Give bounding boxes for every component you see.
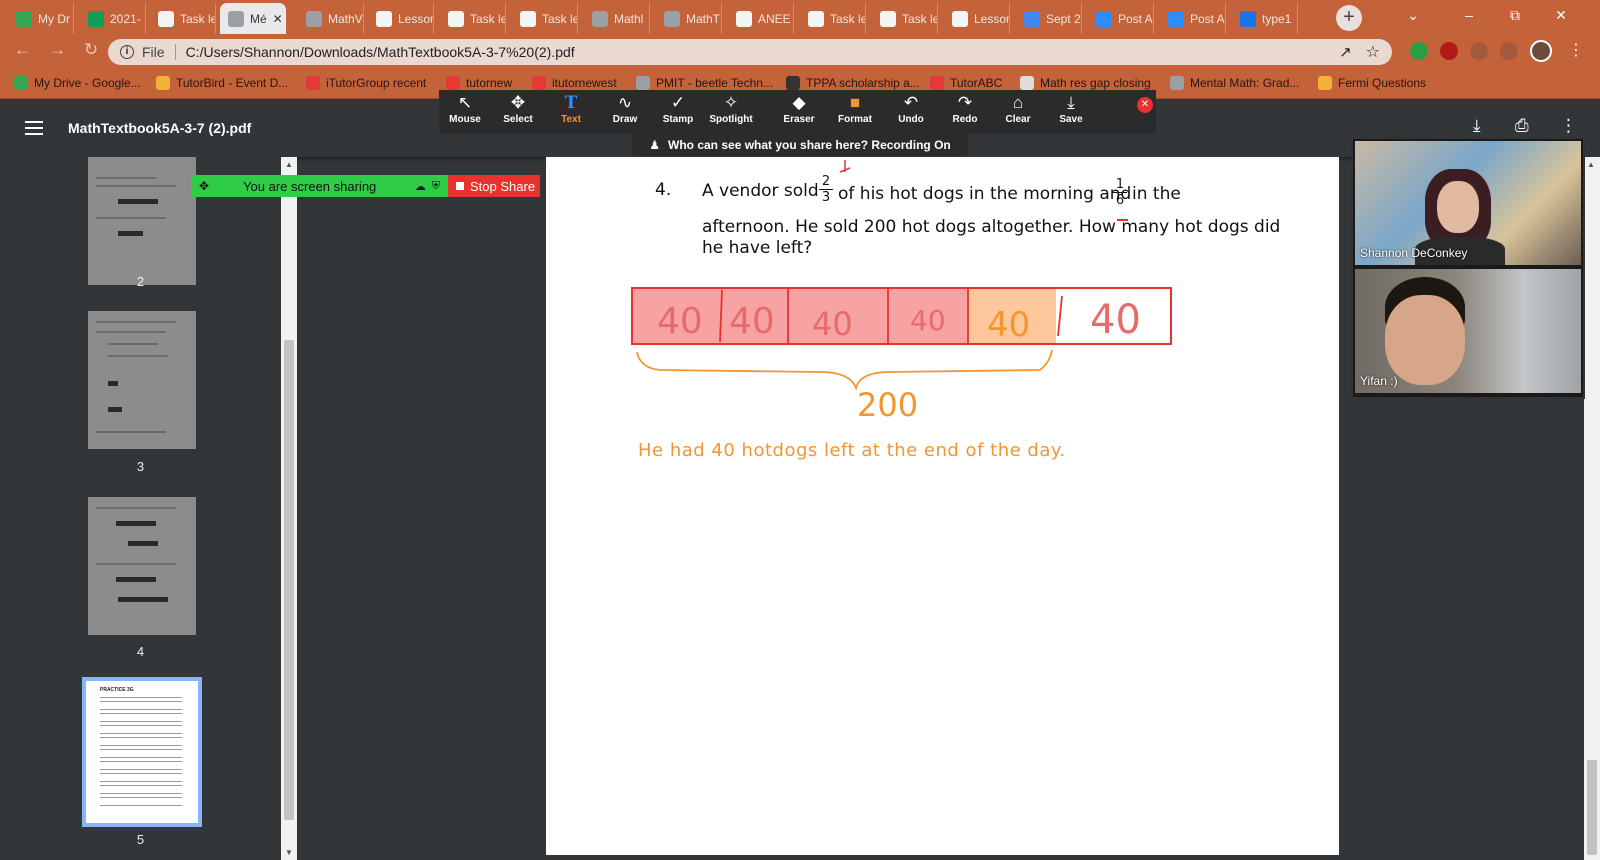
segment-label: 40 (729, 301, 775, 342)
red-pen-mark (839, 160, 851, 173)
brace-annotation (636, 349, 1053, 392)
segment-label: 40 (910, 304, 946, 337)
document-scrollbar-thumb[interactable] (1587, 760, 1597, 855)
segment-label: 40 (812, 305, 853, 343)
participant-face (1385, 295, 1465, 385)
annotation-layer: 40 40 40 40 40 40 200 (631, 160, 1172, 424)
segment-label: 40 (987, 305, 1030, 345)
participant-name: Shannon DeConkey (1360, 246, 1468, 260)
participant-face (1437, 181, 1479, 233)
segment-label: 40 (1090, 297, 1141, 343)
doc-scroll-up-arrow[interactable]: ▲ (1587, 160, 1595, 169)
segment-label: 40 (657, 301, 703, 342)
video-tile[interactable]: Yifan :) (1355, 269, 1581, 393)
total-label: 200 (857, 386, 918, 424)
document-scrollbar[interactable] (1584, 157, 1600, 860)
video-tile[interactable]: Shannon DeConkey (1355, 141, 1581, 265)
video-panel[interactable]: Shannon DeConkey Yifan :) (1351, 137, 1585, 399)
participant-name: Yifan :) (1360, 374, 1398, 388)
answer-text: He had 40 hotdogs left at the end of the… (638, 440, 1066, 461)
